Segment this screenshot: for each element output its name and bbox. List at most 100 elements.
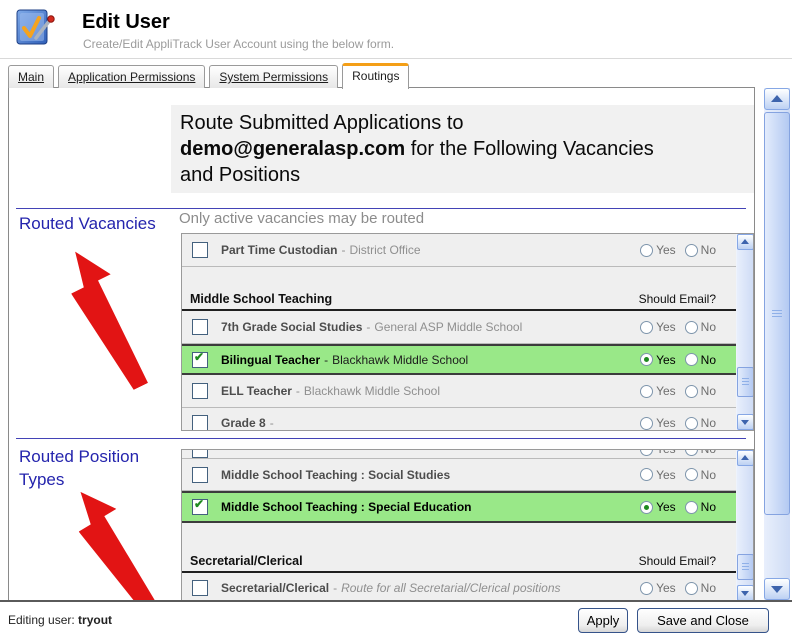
position-name: Middle School Teaching : Social Studies: [221, 467, 451, 482]
radio-yes[interactable]: Yes: [640, 468, 676, 482]
vacancies-scrollbar[interactable]: [736, 234, 753, 430]
radio-yes[interactable]: Yes: [640, 450, 676, 456]
should-email-label: Should Email?: [638, 554, 716, 568]
radio-no[interactable]: No: [684, 450, 716, 456]
position-row-social-studies[interactable]: Middle School Teaching : Social Studies …: [182, 459, 736, 491]
footer-bar: Editing user: tryout Apply Save and Clos…: [0, 600, 792, 635]
scroll-down-button[interactable]: [737, 414, 753, 430]
checkbox[interactable]: [192, 466, 208, 483]
dash: -: [324, 352, 329, 367]
scroll-up-button[interactable]: [764, 88, 790, 110]
checkbox[interactable]: [192, 319, 208, 335]
checkbox[interactable]: [192, 450, 208, 458]
position-row-special-education[interactable]: Middle School Teaching : Special Educati…: [182, 491, 736, 523]
checkbox[interactable]: [192, 580, 208, 596]
page-title: Edit User: [82, 11, 170, 33]
edit-user-window: Edit User Create/Edit AppliTrack User Ac…: [0, 0, 792, 635]
vacancy-row-part-time-custodian[interactable]: Part Time Custodian - District Office Ye…: [182, 234, 736, 267]
position-description: Route for all Secretarial/Clerical posit…: [341, 581, 561, 595]
routed-position-types-label: Routed Position Types: [19, 447, 140, 489]
position-name: Secretarial/Clerical: [221, 581, 330, 595]
position-row-secretarial-clerical[interactable]: Secretarial/Clerical - Route for all Sec…: [182, 573, 736, 601]
radio-no[interactable]: No: [684, 353, 716, 367]
checkbox[interactable]: [192, 383, 208, 399]
vacancy-name: ELL Teacher: [221, 384, 292, 398]
tab-main[interactable]: Main: [8, 65, 55, 88]
dash: -: [366, 320, 371, 334]
dash: -: [295, 384, 300, 398]
vacancy-location: District Office: [349, 243, 421, 257]
vacancy-name: Part Time Custodian: [221, 243, 338, 257]
group-header-secretarial-clerical: Secretarial/Clerical Should Email?: [182, 547, 736, 573]
radio-yes-selected[interactable]: Yes: [640, 500, 676, 514]
scrollbar-thumb[interactable]: [737, 367, 753, 397]
radio-yes[interactable]: Yes: [640, 243, 676, 257]
radio-yes-selected[interactable]: Yes: [640, 353, 676, 367]
vacancy-location: Blackhawk Middle School: [303, 384, 440, 398]
routed-vacancies-label: Routed Vacancies: [19, 214, 156, 233]
radio-yes[interactable]: Yes: [640, 384, 676, 398]
apply-button[interactable]: Apply: [578, 608, 628, 633]
scroll-up-button[interactable]: [737, 234, 753, 250]
group-header-middle-school-teaching: Middle School Teaching Should Email?: [182, 288, 736, 311]
vacancy-row-7th-grade-social-studies[interactable]: 7th Grade Social Studies - General ASP M…: [182, 311, 736, 344]
radio-yes[interactable]: Yes: [640, 320, 676, 334]
radio-no[interactable]: No: [684, 416, 716, 430]
vacancy-name: Grade 8: [221, 416, 266, 430]
radio-no[interactable]: No: [684, 320, 716, 334]
tab-bar: Main Application Permissions System Perm…: [8, 63, 410, 89]
dash: -: [333, 581, 338, 595]
spacer-row: [182, 523, 736, 547]
group-name: Secretarial/Clerical: [190, 554, 303, 568]
radio-yes[interactable]: Yes: [640, 581, 676, 595]
radio-no[interactable]: No: [684, 243, 716, 257]
position-types-scrollbar[interactable]: [736, 450, 753, 601]
routing-email: demo@generalasp.com: [180, 138, 406, 160]
radio-no[interactable]: No: [684, 468, 716, 482]
vacancy-name: 7th Grade Social Studies: [221, 320, 363, 334]
scroll-down-button[interactable]: [764, 578, 790, 600]
active-vacancies-note: Only active vacancies may be routed: [179, 210, 425, 227]
vacancy-location: Blackhawk Middle School: [332, 352, 469, 367]
routed-vacancies-list: Part Time Custodian - District Office Ye…: [181, 233, 754, 431]
should-email-label: Should Email?: [638, 292, 716, 306]
vacancy-name: Bilingual Teacher: [221, 352, 321, 367]
group-name: Middle School Teaching: [190, 292, 333, 306]
editing-user-label: Editing user:: [8, 613, 75, 627]
editing-user-name: tryout: [78, 613, 113, 627]
vacancy-location: General ASP Middle School: [374, 320, 523, 334]
vacancy-row-bilingual-teacher[interactable]: Bilingual Teacher - Blackhawk Middle Sch…: [182, 344, 736, 375]
edit-user-icon: [12, 7, 58, 51]
page-subtitle: Create/Edit AppliTrack User Account usin…: [83, 37, 395, 51]
radio-yes[interactable]: Yes: [640, 416, 676, 430]
divider-line: [16, 438, 746, 439]
checkbox[interactable]: [192, 415, 208, 430]
tab-system-permissions[interactable]: System Permissions: [209, 65, 339, 88]
spacer-row: [182, 267, 736, 288]
scrollbar-thumb[interactable]: [764, 112, 790, 515]
tab-application-permissions[interactable]: Application Permissions: [58, 65, 206, 88]
window-header: Edit User Create/Edit AppliTrack User Ac…: [0, 0, 792, 59]
radio-no[interactable]: No: [684, 581, 716, 595]
position-row-clipped[interactable]: Yes No: [182, 450, 736, 459]
position-name: Middle School Teaching : Special Educati…: [221, 500, 472, 514]
scroll-down-button[interactable]: [737, 585, 753, 601]
editing-user-status: Editing user: tryout: [8, 613, 112, 627]
radio-no[interactable]: No: [684, 500, 716, 514]
save-and-close-button[interactable]: Save and Close: [637, 608, 769, 633]
radio-no[interactable]: No: [684, 384, 716, 398]
routing-heading-block: Route Submitted Applications to demo@gen…: [171, 105, 754, 193]
vacancy-row-grade-8[interactable]: Grade 8 - Yes No: [182, 408, 736, 430]
divider-line: [16, 208, 746, 209]
checkbox-checked[interactable]: [192, 350, 208, 368]
page-scrollbar[interactable]: [764, 88, 790, 600]
vacancy-row-ell-teacher[interactable]: ELL Teacher - Blackhawk Middle School Ye…: [182, 375, 736, 408]
tab-routings[interactable]: Routings: [342, 63, 410, 89]
dash: -: [341, 243, 346, 257]
routing-heading: Route Submitted Applications to demo@gen…: [180, 112, 654, 186]
scroll-up-button[interactable]: [737, 450, 753, 466]
checkbox-checked[interactable]: [192, 497, 208, 515]
routed-position-types-list: Yes No Middle School Teaching : Social S…: [181, 449, 754, 601]
checkbox[interactable]: [192, 242, 208, 258]
scrollbar-thumb[interactable]: [737, 554, 753, 580]
